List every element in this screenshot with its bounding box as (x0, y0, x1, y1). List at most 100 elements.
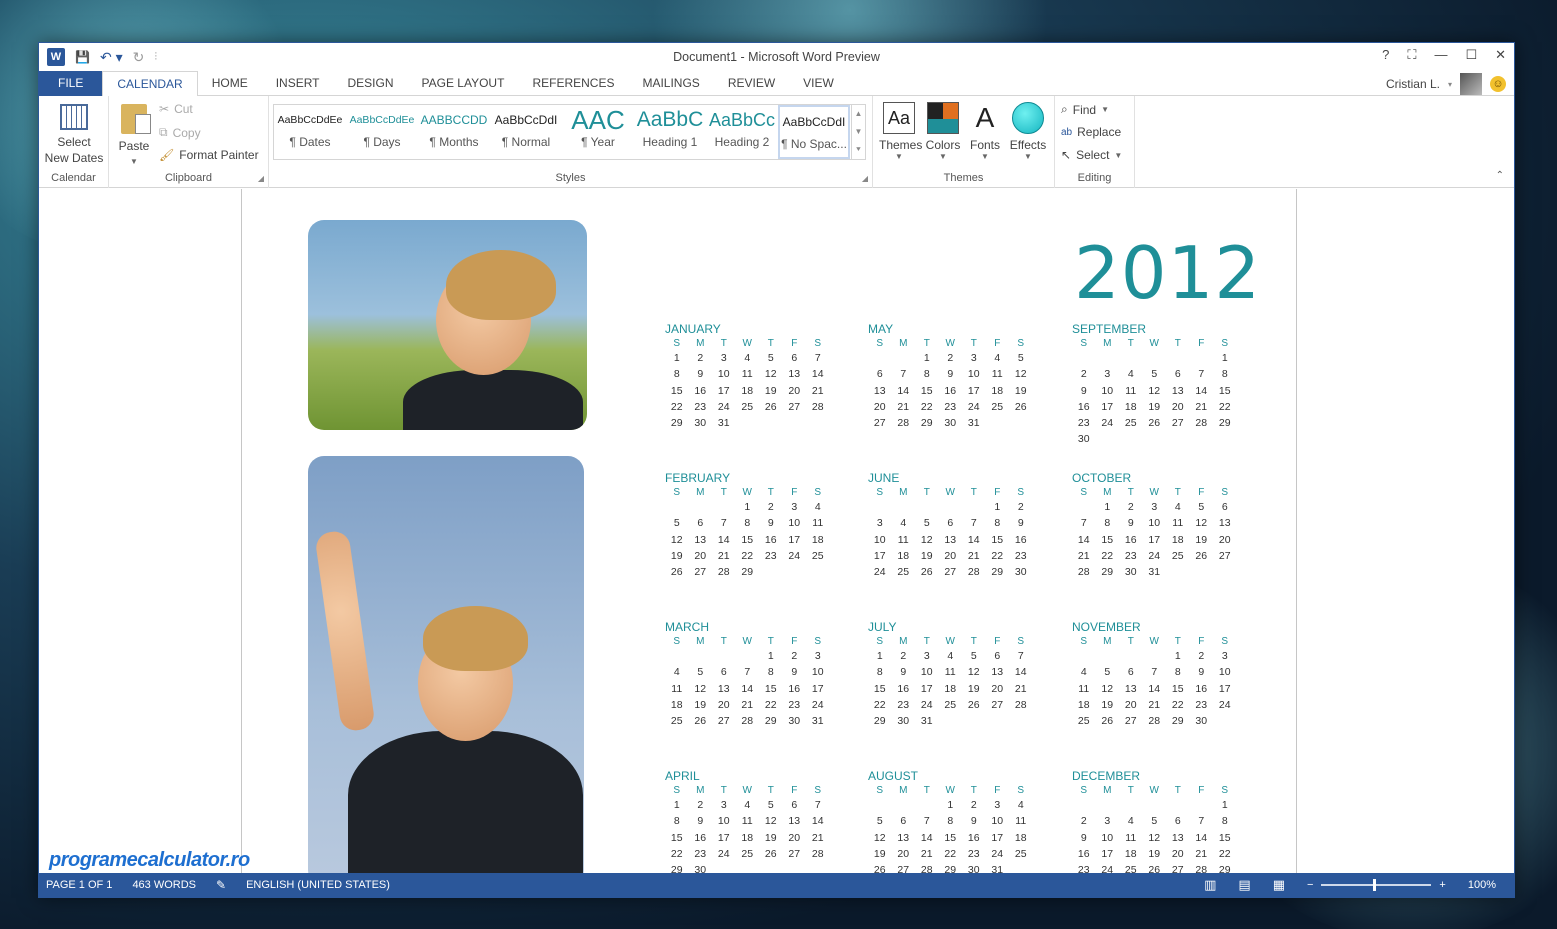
day-cell: 20 (1124, 698, 1137, 711)
weekday-header: M (1103, 338, 1112, 349)
style-heading-1[interactable]: AaBbC Heading 1 (634, 105, 706, 159)
tab-home[interactable]: HOME (198, 71, 262, 96)
tab-insert[interactable]: INSERT (262, 71, 334, 96)
styles-gallery-scroll[interactable]: ▲ ▼ ⯆ (851, 105, 865, 159)
day-cell: 8 (1174, 666, 1181, 679)
select-button[interactable]: ↖ Select ▼ (1061, 148, 1122, 162)
day-cell: 7 (744, 666, 751, 679)
day-cell: 1 (1104, 501, 1111, 513)
dialog-launcher-icon[interactable]: ◢ (258, 174, 264, 183)
page-count[interactable]: PAGE 1 OF 1 (46, 879, 112, 891)
copy-button[interactable]: ⧉ Copy (159, 125, 201, 140)
style-no-spacing[interactable]: AaBbCcDdI ¶ No Spac... (778, 105, 850, 159)
day-cell: 4 (900, 517, 907, 530)
style-normal[interactable]: AaBbCcDdI ¶ Normal (490, 105, 562, 159)
dialog-launcher-icon[interactable]: ◢ (862, 174, 868, 183)
day-cell: 20 (873, 400, 886, 413)
tab-file[interactable]: FILE (39, 71, 103, 96)
themes-button[interactable]: Aa Themes ▼ (879, 102, 922, 161)
paintbrush-icon: 🖌 (159, 148, 175, 162)
scroll-down-icon[interactable]: ▼ (852, 123, 865, 141)
style-year[interactable]: AAC ¶ Year (562, 105, 634, 159)
tab-page-layout[interactable]: PAGE LAYOUT (408, 71, 519, 96)
web-layout-icon[interactable]: ▦ (1273, 877, 1285, 893)
effects-button[interactable]: Effects ▼ (1007, 102, 1049, 161)
cut-button[interactable]: ✂ Cut (159, 102, 193, 116)
proofing-icon[interactable]: ✎ (216, 878, 226, 892)
day-cell: 29 (741, 566, 754, 579)
paste-button[interactable]: Paste ▼ (115, 104, 153, 170)
read-mode-icon[interactable]: ▥ (1204, 877, 1216, 893)
document-workspace: 2012 JANUARY S M T W T F S 1 2 3 4 5 6 7 8 9 10 11 12 13 14 15… (39, 189, 1514, 892)
tab-references[interactable]: REFERENCES (518, 71, 628, 96)
day-cell: 28 (967, 566, 980, 579)
word-count[interactable]: 463 WORDS (132, 879, 196, 891)
user-account[interactable]: Cristian L. ▾ ☺ (1386, 73, 1506, 95)
day-cell: 22 (991, 549, 1004, 562)
day-cell: 23 (1014, 549, 1027, 562)
day-cell: 9 (791, 666, 798, 679)
day-cell: 30 (694, 417, 707, 430)
format-painter-button[interactable]: 🖌 Format Painter (159, 148, 259, 162)
weekday-header: S (876, 487, 884, 498)
zoom-out-button[interactable]: − (1307, 879, 1313, 891)
tab-mailings[interactable]: MAILINGS (628, 71, 713, 96)
day-cell: 5 (876, 815, 883, 828)
find-button[interactable]: ⌕ Find ▼ (1061, 102, 1109, 117)
day-cell: 8 (767, 666, 774, 679)
day-cell: 6 (697, 517, 704, 530)
day-cell: 11 (1172, 517, 1184, 530)
day-cell: 19 (1148, 847, 1161, 860)
avatar[interactable] (1460, 73, 1482, 95)
minimize-icon[interactable]: — (1434, 47, 1447, 63)
zoom-slider[interactable] (1321, 879, 1432, 891)
select-new-dates-button[interactable]: Select New Dates (43, 104, 105, 166)
day-cell: 5 (1151, 815, 1158, 828)
colors-button[interactable]: Colors ▼ (923, 102, 963, 161)
scroll-up-icon[interactable]: ▲ (852, 105, 865, 123)
zoom-thumb[interactable] (1373, 879, 1377, 891)
chevron-down-icon[interactable]: ▾ (1448, 80, 1452, 89)
replace-button[interactable]: ab Replace (1061, 125, 1121, 139)
smiley-feedback-icon[interactable]: ☺ (1490, 76, 1506, 92)
day-cell: 31 (1148, 566, 1161, 579)
language[interactable]: ENGLISH (UNITED STATES) (246, 879, 390, 891)
style-dates[interactable]: AaBbCcDdEe ¶ Dates (274, 105, 346, 159)
day-cell: 9 (697, 815, 704, 828)
weekday-header: W (1149, 636, 1159, 647)
day-cell: 19 (967, 682, 980, 695)
tab-review[interactable]: REVIEW (714, 71, 789, 96)
tab-calendar[interactable]: CALENDAR (102, 71, 198, 97)
calendar-photo-1[interactable] (308, 220, 587, 430)
style-days[interactable]: AaBbCcDdEe ¶ Days (346, 105, 418, 159)
tab-view[interactable]: VIEW (789, 71, 848, 96)
empty-day (1072, 648, 1096, 664)
collapse-ribbon-icon[interactable]: ⌃ (1496, 170, 1504, 181)
user-name[interactable]: Cristian L. (1386, 77, 1440, 91)
day-cell: 19 (694, 698, 707, 711)
empty-day (868, 797, 892, 813)
ribbon-display-options-icon[interactable]: ⛶ (1407, 47, 1416, 63)
zoom-in-button[interactable]: + (1439, 879, 1445, 891)
print-layout-icon[interactable]: ▤ (1238, 877, 1250, 893)
day-cell: 9 (697, 368, 704, 381)
style-heading-2[interactable]: AaBbCc Heading 2 (706, 105, 778, 159)
day-cell: 30 (1014, 566, 1027, 579)
close-icon[interactable]: ✕ (1495, 47, 1506, 63)
day-cell: 21 (1148, 698, 1161, 711)
cursor-icon: ↖ (1061, 148, 1072, 162)
weekday-header: S (876, 636, 884, 647)
maximize-icon[interactable]: ☐ (1465, 47, 1477, 63)
fonts-button[interactable]: A Fonts ▼ (965, 102, 1005, 161)
weekday-header: T (970, 487, 977, 498)
calendar-photo-2[interactable] (308, 456, 584, 886)
style-months[interactable]: AABBCCDD ¶ Months (418, 105, 490, 159)
help-icon[interactable]: ? (1382, 47, 1389, 63)
weekday-header: W (742, 338, 752, 349)
tab-design[interactable]: DESIGN (334, 71, 408, 96)
day-cell: 20 (1171, 847, 1184, 860)
effects-icon (1012, 102, 1044, 134)
zoom-level[interactable]: 100% (1468, 879, 1496, 891)
day-cell: 15 (1171, 682, 1184, 695)
more-styles-icon[interactable]: ⯆ (852, 141, 865, 159)
